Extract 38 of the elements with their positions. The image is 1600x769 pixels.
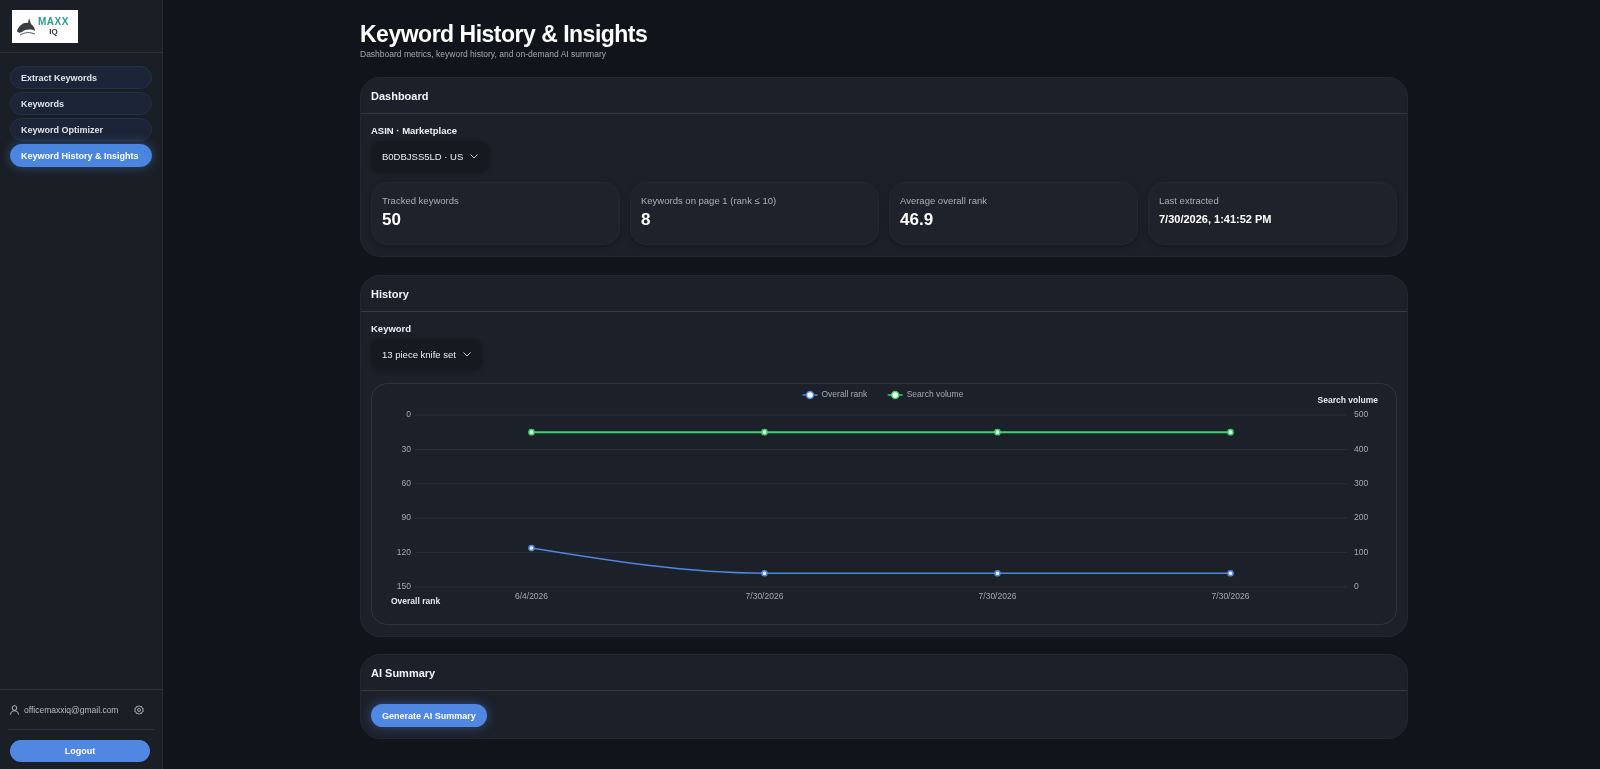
axis-tick-label: 6/4/2026: [514, 591, 549, 602]
axis-tick-label: 200: [1354, 512, 1369, 523]
logo-subtext: IQ: [49, 28, 58, 36]
stat-label: Last extracted: [1159, 195, 1219, 207]
axis-tick-label: 60: [401, 478, 411, 489]
page-subtitle: Dashboard metrics, keyword history, and on-demand AI summary: [360, 49, 606, 60]
axis-tick-label: 30: [401, 443, 411, 454]
panel-title: Dashboard: [371, 89, 429, 102]
axis-tick-label: 500: [1354, 409, 1369, 420]
panel-title: History: [371, 287, 409, 300]
axis-tick-label: 90: [401, 512, 411, 523]
axis-tick-label: 0: [1354, 581, 1359, 592]
axis-tick-label: 120: [396, 546, 411, 557]
page-title: Keyword History & Insights: [360, 20, 648, 48]
field-label: Keyword: [371, 322, 412, 335]
legend-label: Search volume: [906, 389, 964, 400]
axis-tick-label: 7/30/2026: [1211, 591, 1250, 602]
user-email: officemaxxiq@gmail.com: [24, 704, 119, 715]
axis-tick-label: 0: [406, 409, 411, 420]
axis-tick-label: 100: [1354, 546, 1369, 557]
panel-title: AI Summary: [371, 666, 436, 679]
stat-value: 46.9: [900, 210, 934, 230]
field-label: ASIN · Marketplace: [371, 124, 458, 137]
logo-text: MAXX: [38, 17, 69, 27]
stat-label: Tracked keywords: [382, 195, 459, 207]
stat-value: 50: [382, 210, 401, 230]
stat-value: 8: [641, 210, 651, 230]
axis-tick-label: 300: [1354, 478, 1369, 489]
axis-title: Search volume: [1317, 395, 1378, 406]
legend-label: Overall rank: [821, 389, 868, 400]
stat-label: Average overall rank: [900, 195, 987, 207]
axis-title: Overall rank: [391, 596, 441, 607]
stat-value: 7/30/2026, 1:41:52 PM: [1159, 212, 1272, 226]
axis-tick-label: 7/30/2026: [745, 591, 784, 602]
stat-label: Keywords on page 1 (rank ≤ 10): [641, 195, 777, 207]
axis-tick-label: 400: [1354, 443, 1369, 454]
axis-tick-label: 150: [396, 581, 411, 592]
axis-tick-label: 7/30/2026: [978, 591, 1017, 602]
